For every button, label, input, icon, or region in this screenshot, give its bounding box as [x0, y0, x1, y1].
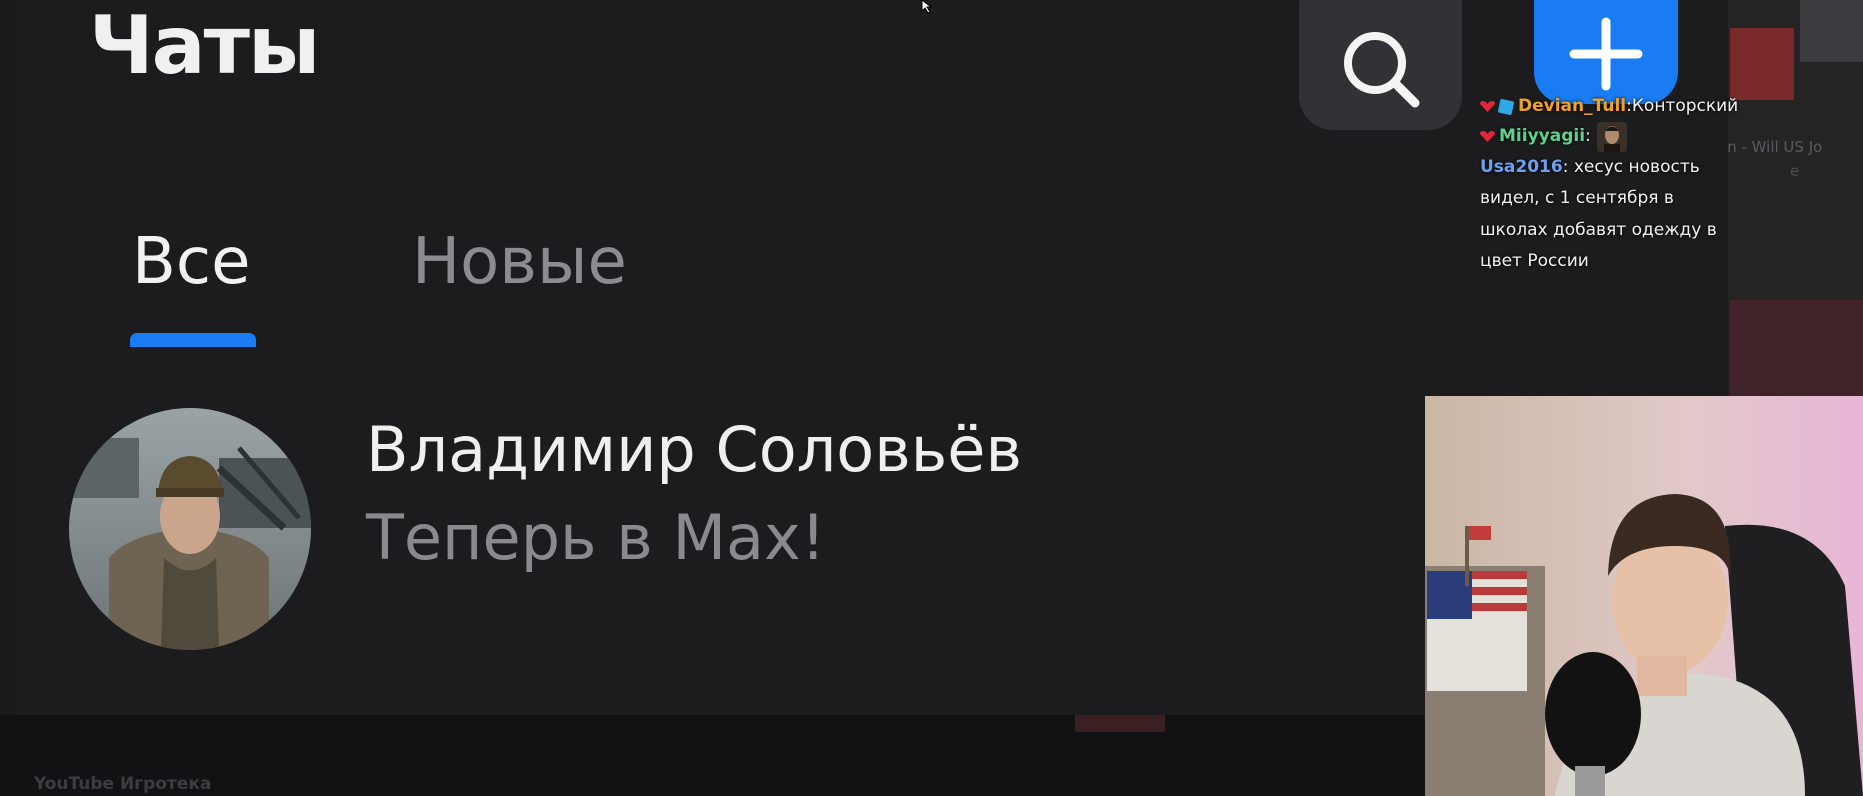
chat-username[interactable]: Usa2016: [1480, 157, 1563, 177]
heart-badge-icon: [1480, 131, 1495, 143]
chat-text: Конторский: [1631, 96, 1739, 116]
chat-tabs: Все Новые: [14, 210, 914, 350]
chat-username[interactable]: Devian_Tull: [1518, 92, 1626, 122]
search-button[interactable]: [1299, 0, 1462, 130]
avatar: [69, 408, 311, 650]
tab-new[interactable]: Новые: [412, 224, 627, 301]
webcam-feed: [1425, 396, 1863, 796]
chat-list-item[interactable]: Владимир Соловьёв Теперь в Max!: [14, 398, 1428, 658]
cube-badge-icon: [1497, 98, 1515, 116]
active-tab-indicator: [130, 333, 256, 347]
chat-username[interactable]: Miiyyagii: [1499, 122, 1585, 152]
emote-icon: [1596, 121, 1627, 152]
stream-chat: Devian_Tull: Конторский Miiyyagii: Usa20…: [1480, 92, 1740, 278]
chat-separator: :: [1585, 125, 1591, 146]
background-footer: [0, 715, 1425, 796]
background-thumbnail: [1800, 0, 1863, 62]
background-video-subtitle: e: [1790, 162, 1800, 180]
background-channel-name: YouTube Игротека: [34, 774, 212, 794]
page-title: Чаты: [89, 0, 320, 92]
background-thumbnail: [1730, 28, 1794, 100]
chat-message: Miiyyagii:: [1480, 121, 1740, 152]
chat-message: Usa2016: хесус новость видел, с 1 сентяб…: [1480, 152, 1740, 278]
chat-last-message: Теперь в Max!: [366, 501, 826, 574]
chat-contact-name: Владимир Соловьёв: [366, 413, 1022, 486]
mouse-cursor-icon: [921, 0, 933, 14]
chat-message: Devian_Tull: Конторский: [1480, 92, 1740, 122]
screen: an - Will US Jo e YouTube Игротека Чаты: [0, 0, 1863, 796]
new-chat-button[interactable]: [1534, 0, 1678, 104]
tab-all[interactable]: Все: [132, 224, 250, 301]
background-badge: [1075, 714, 1165, 732]
background-thumbnail: [1730, 300, 1863, 396]
heart-badge-icon: [1480, 101, 1495, 113]
